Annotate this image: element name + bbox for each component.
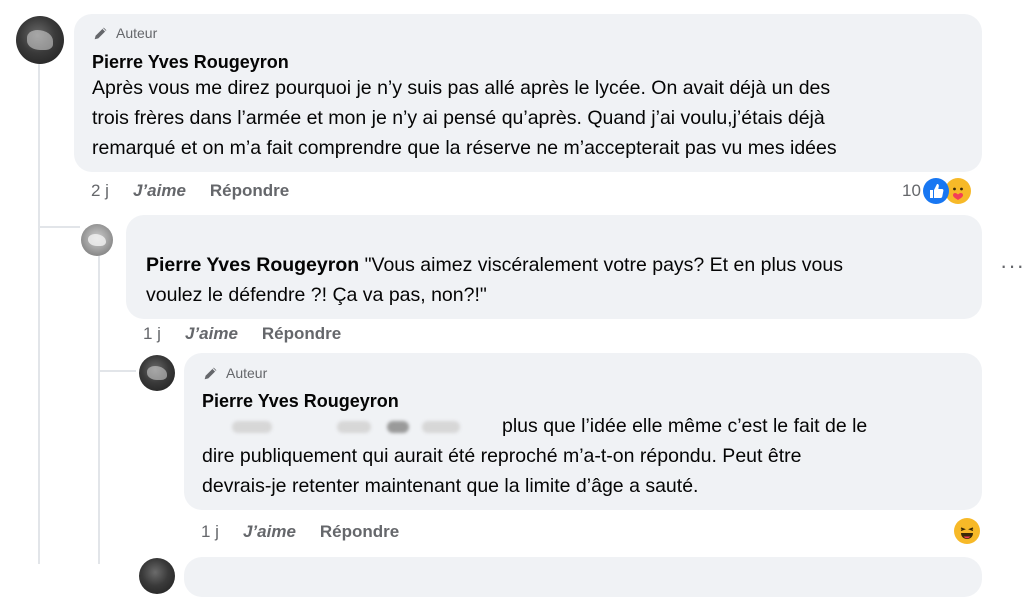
comment-line: dire publiquement qui aurait été reproch… — [202, 445, 802, 467]
avatar[interactable] — [16, 16, 64, 64]
comment-line: devrais-je retenter maintenant que la li… — [202, 475, 699, 497]
comment-time[interactable]: 1 j — [143, 324, 161, 344]
comment-actions: 2 j J’aime Répondre — [91, 181, 289, 201]
comment-text: plus que l’idée elle même c’est le fait … — [202, 411, 972, 501]
comment-text: Après vous me direz pourquoi je n’y suis… — [92, 73, 972, 163]
thread-line-sub — [98, 254, 100, 564]
author-badge: Auteur — [202, 364, 267, 382]
thread-line-branch-3 — [98, 370, 136, 372]
thread-line-main — [38, 64, 40, 564]
comment-actions: 1 j J’aime Répondre — [201, 522, 399, 542]
comment-line: remarqué et on m’a fait comprendre que l… — [92, 137, 837, 159]
author-badge-label: Auteur — [116, 25, 158, 41]
thread-line-branch-2 — [38, 226, 80, 228]
comment-text: Pierre Yves Rougeyron "Vous aimez viscér… — [146, 250, 966, 310]
author-badge-label: Auteur — [226, 365, 268, 381]
comment-line: "Vous aimez viscéralement votre pays? Et… — [364, 254, 844, 276]
comment-author[interactable]: Pierre Yves Rougeyron — [202, 391, 399, 412]
comment-bubble: Pierre Yves Rougeyron "Vous aimez viscér… — [126, 215, 982, 319]
avatar[interactable] — [139, 355, 175, 391]
comment-line: voulez le défendre ?! Ça va pas, non?!" — [146, 284, 487, 306]
avatar[interactable] — [81, 224, 113, 256]
avatar[interactable] — [139, 558, 175, 594]
reply-button[interactable]: Répondre — [320, 522, 399, 542]
like-button[interactable]: J’aime — [133, 181, 186, 201]
comment-author[interactable]: Pierre Yves Rougeyron — [146, 254, 359, 276]
more-options-button[interactable]: ··· — [1000, 253, 1024, 279]
pencil-icon — [94, 27, 107, 40]
reply-button[interactable]: Répondre — [210, 181, 289, 201]
comment-bubble: Auteur Pierre Yves Rougeyron plus que l’… — [184, 353, 982, 510]
like-button[interactable]: J’aime — [243, 522, 296, 542]
like-icon — [922, 178, 949, 204]
reaction-count: 10 — [902, 181, 921, 200]
comment-line: trois frères dans l’armée et mon je n’y … — [92, 107, 825, 129]
pencil-icon — [204, 367, 217, 380]
reply-button[interactable]: Répondre — [262, 324, 341, 344]
next-comment-bubble — [184, 557, 982, 597]
reaction-summary[interactable]: 10 — [902, 178, 971, 204]
comment-author[interactable]: Pierre Yves Rougeyron — [92, 52, 289, 73]
comment-bubble: Auteur Pierre Yves Rougeyron Après vous … — [74, 14, 982, 172]
author-badge: Auteur — [92, 24, 157, 42]
comment-line: Après vous me direz pourquoi je n’y suis… — [92, 77, 831, 99]
like-button[interactable]: J’aime — [185, 324, 238, 344]
redacted-text — [202, 411, 502, 441]
comment-time[interactable]: 1 j — [201, 522, 219, 542]
comment-time[interactable]: 2 j — [91, 181, 109, 201]
comment-line: plus que l’idée elle même c’est le fait … — [502, 415, 868, 437]
haha-icon[interactable] — [954, 518, 980, 544]
comment-actions: 1 j J’aime Répondre — [143, 324, 341, 344]
